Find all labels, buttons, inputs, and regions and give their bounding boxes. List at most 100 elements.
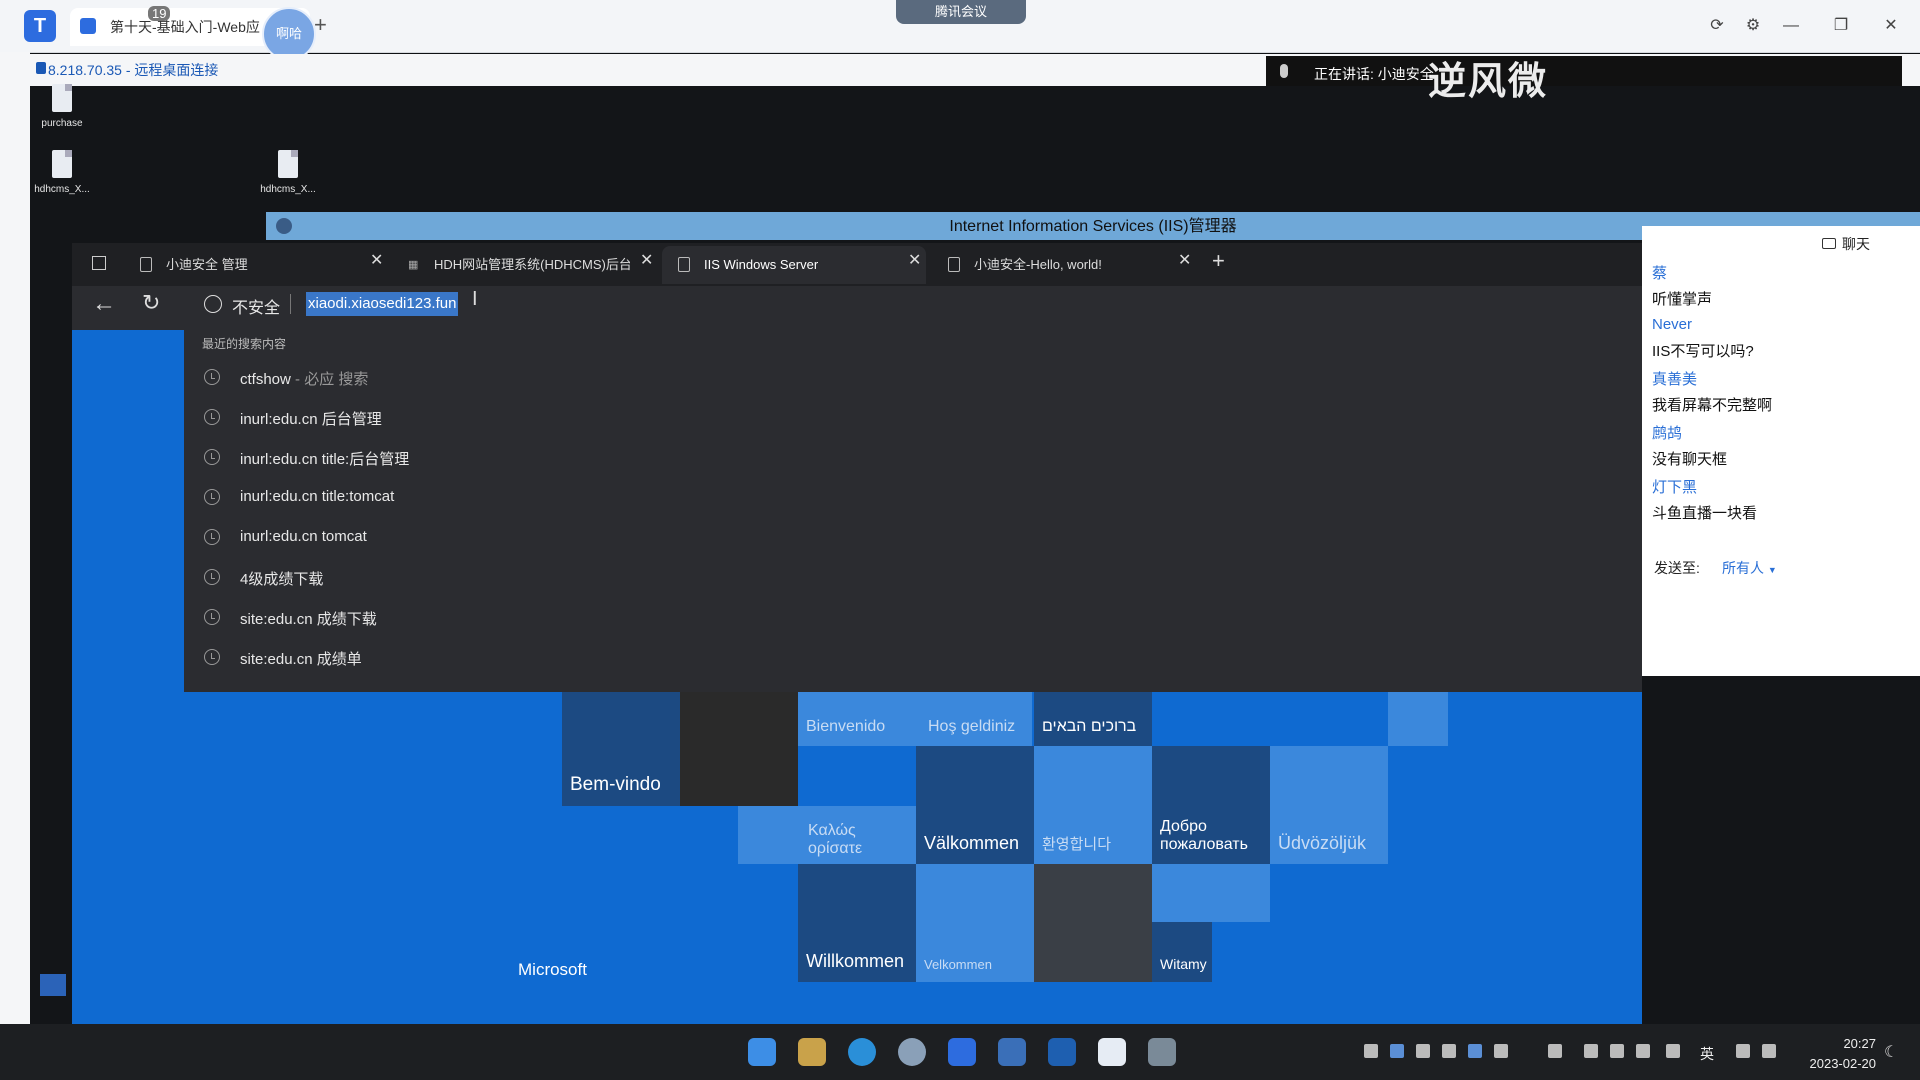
shield-icon[interactable]: [1442, 1044, 1456, 1058]
desktop-icon-hdhcms[interactable]: hdhcms_X...: [32, 150, 92, 195]
folder-icon: [52, 84, 72, 112]
close-icon[interactable]: ✕: [1876, 14, 1906, 38]
input-language-indicator[interactable]: 英: [1700, 1044, 1714, 1064]
refresh-icon[interactable]: ⟳: [1702, 14, 1732, 38]
suggestion-text: inurl:edu.cn title:tomcat: [240, 488, 395, 505]
dropdown-heading: 最近的搜索内容: [202, 337, 287, 351]
tab-iis-windows-server[interactable]: IIS Windows Server: [704, 248, 904, 282]
chat-message: 斗鱼直播一块看: [1652, 505, 1758, 522]
rdp-connection-text: 8.218.70.35 - 远程桌面连接: [48, 62, 219, 78]
network-icon[interactable]: [1584, 1044, 1598, 1058]
microphone-icon[interactable]: [1666, 1044, 1680, 1058]
file-explorer-icon[interactable]: [798, 1038, 826, 1066]
page-icon: [80, 18, 96, 34]
meeting-label[interactable]: 腾讯会议: [896, 0, 1026, 24]
back-arrow-icon[interactable]: ←: [92, 290, 116, 318]
minimize-icon[interactable]: —: [1776, 14, 1806, 38]
notification-icon[interactable]: ☾: [1884, 1042, 1898, 1062]
remote-desktop-icon[interactable]: [998, 1038, 1026, 1066]
suggestion-item[interactable]: ctfshow - 必应 搜索: [200, 360, 1000, 396]
meeting-app-logo-icon: T: [24, 10, 56, 42]
close-icon[interactable]: ✕: [370, 250, 383, 270]
close-icon[interactable]: ✕: [908, 250, 921, 270]
tab-hdhcms[interactable]: HDH网站管理系统(HDHCMS)后台: [434, 248, 630, 282]
desktop-icon-hdhcms[interactable]: hdhcms_X...: [258, 150, 318, 195]
tool-icon[interactable]: [1148, 1038, 1176, 1066]
suggestion-item[interactable]: inurl:edu.cn title:tomcat: [200, 480, 1000, 516]
tab-count-badge: 19: [148, 6, 171, 21]
display-icon[interactable]: [1548, 1044, 1562, 1058]
tile-text: Willkommen: [806, 951, 905, 971]
grid-icon[interactable]: [1610, 1044, 1624, 1058]
meeting-tab-label: 第十天-基础入门-Web应: [110, 19, 260, 35]
suggestion-item[interactable]: site:edu.cn 成绩单: [200, 640, 1000, 676]
not-secure-label[interactable]: 不安全: [232, 294, 280, 318]
tile-text: Välkommen: [924, 833, 1020, 853]
tab-hello-world[interactable]: 小迪安全-Hello, world!: [974, 248, 1174, 282]
close-icon[interactable]: ✕: [640, 250, 653, 270]
desktop-icon-label: hdhcms_X...: [34, 184, 90, 195]
tray-app-icon[interactable]: [1390, 1044, 1404, 1058]
tile-text: Üdvözöljük: [1278, 833, 1367, 853]
chat-icon: [1822, 238, 1836, 249]
tile-witamy: Witamy: [1152, 922, 1212, 982]
desktop-icon-label: hdhcms_X...: [260, 184, 316, 195]
tile-text: Bienvenido: [806, 718, 886, 735]
volume-icon[interactable]: [1762, 1044, 1776, 1058]
tray-app-icon[interactable]: [1416, 1044, 1430, 1058]
chat-sender: 真善美: [1652, 371, 1698, 388]
desktop-icon-purchase[interactable]: purchase: [32, 84, 92, 129]
edge-browser-icon[interactable]: [848, 1038, 876, 1066]
photos-icon[interactable]: [1048, 1038, 1076, 1066]
history-icon: [204, 529, 220, 545]
tile-text: Velkommen: [924, 957, 992, 972]
tile-text: Добро пожаловать: [1160, 818, 1248, 853]
tile-udvozoljuk: Üdvözöljük: [1270, 746, 1388, 864]
speaking-text: 正在讲话: 小迪安全: [1314, 66, 1434, 82]
microsoft-logo-text[interactable]: Microsoft: [518, 960, 587, 980]
tray-app-icon[interactable]: [1364, 1044, 1378, 1058]
suggestion-text: inurl:edu.cn tomcat: [240, 528, 367, 545]
tile-photo-people: [1034, 864, 1152, 982]
suggestion-sub: - 必应 搜索: [290, 371, 369, 388]
tab-actions-icon[interactable]: [92, 256, 106, 270]
reload-icon[interactable]: ↻: [142, 290, 160, 316]
address-bar-input[interactable]: xiaodi.xiaosedi123.fun: [306, 292, 459, 316]
hdh-favicon-icon: ▦: [408, 259, 419, 271]
meeting-app-icon[interactable]: [948, 1038, 976, 1066]
globe-icon[interactable]: [204, 295, 222, 313]
suggestion-item[interactable]: 4级成绩下载: [200, 560, 1000, 596]
new-tab-button[interactable]: +: [1212, 248, 1225, 274]
gear-icon[interactable]: ⚙: [1738, 14, 1768, 38]
page-icon: [948, 257, 960, 272]
history-icon: [204, 649, 220, 665]
chevron-down-icon: ▼: [1767, 565, 1777, 575]
send-to-select[interactable]: 所有人 ▼: [1722, 558, 1777, 578]
close-icon[interactable]: ✕: [1178, 250, 1191, 270]
suggestion-item[interactable]: site:edu.cn 成绩下载: [200, 600, 1000, 636]
clock-date[interactable]: 2023-02-20: [1796, 1056, 1877, 1071]
tile-hebrew: ברוכים הבאים: [1034, 690, 1152, 746]
wifi-icon[interactable]: [1736, 1044, 1750, 1058]
restore-icon[interactable]: ❐: [1826, 14, 1856, 38]
history-icon: [204, 369, 220, 385]
suggestion-item[interactable]: inurl:edu.cn tomcat: [200, 520, 1000, 556]
chrome-icon[interactable]: [898, 1038, 926, 1066]
chat-message: 没有聊天框: [1652, 451, 1728, 468]
history-icon: [204, 409, 220, 425]
new-tab-plus-icon[interactable]: +: [314, 12, 327, 38]
notepad-icon[interactable]: [1098, 1038, 1126, 1066]
desktop-icon-label: purchase: [41, 118, 83, 129]
battery-icon[interactable]: [1636, 1044, 1650, 1058]
address-separator: [290, 294, 291, 314]
iis-window-title: Internet Information Services (IIS)管理器: [949, 218, 1237, 235]
tray-app-icon[interactable]: [1494, 1044, 1508, 1058]
tray-app-icon[interactable]: [1468, 1044, 1482, 1058]
suggestion-item[interactable]: inurl:edu.cn 后台管理: [200, 400, 1000, 436]
windows-start-icon[interactable]: [748, 1038, 776, 1066]
remote-start-icon[interactable]: [40, 974, 66, 996]
clock-time[interactable]: 20:27: [1806, 1036, 1876, 1051]
tab-xiaodi-admin[interactable]: 小迪安全 管理: [166, 248, 366, 282]
suggestion-item[interactable]: inurl:edu.cn title:后台管理: [200, 440, 1000, 476]
avatar[interactable]: 啊哈: [262, 7, 316, 61]
